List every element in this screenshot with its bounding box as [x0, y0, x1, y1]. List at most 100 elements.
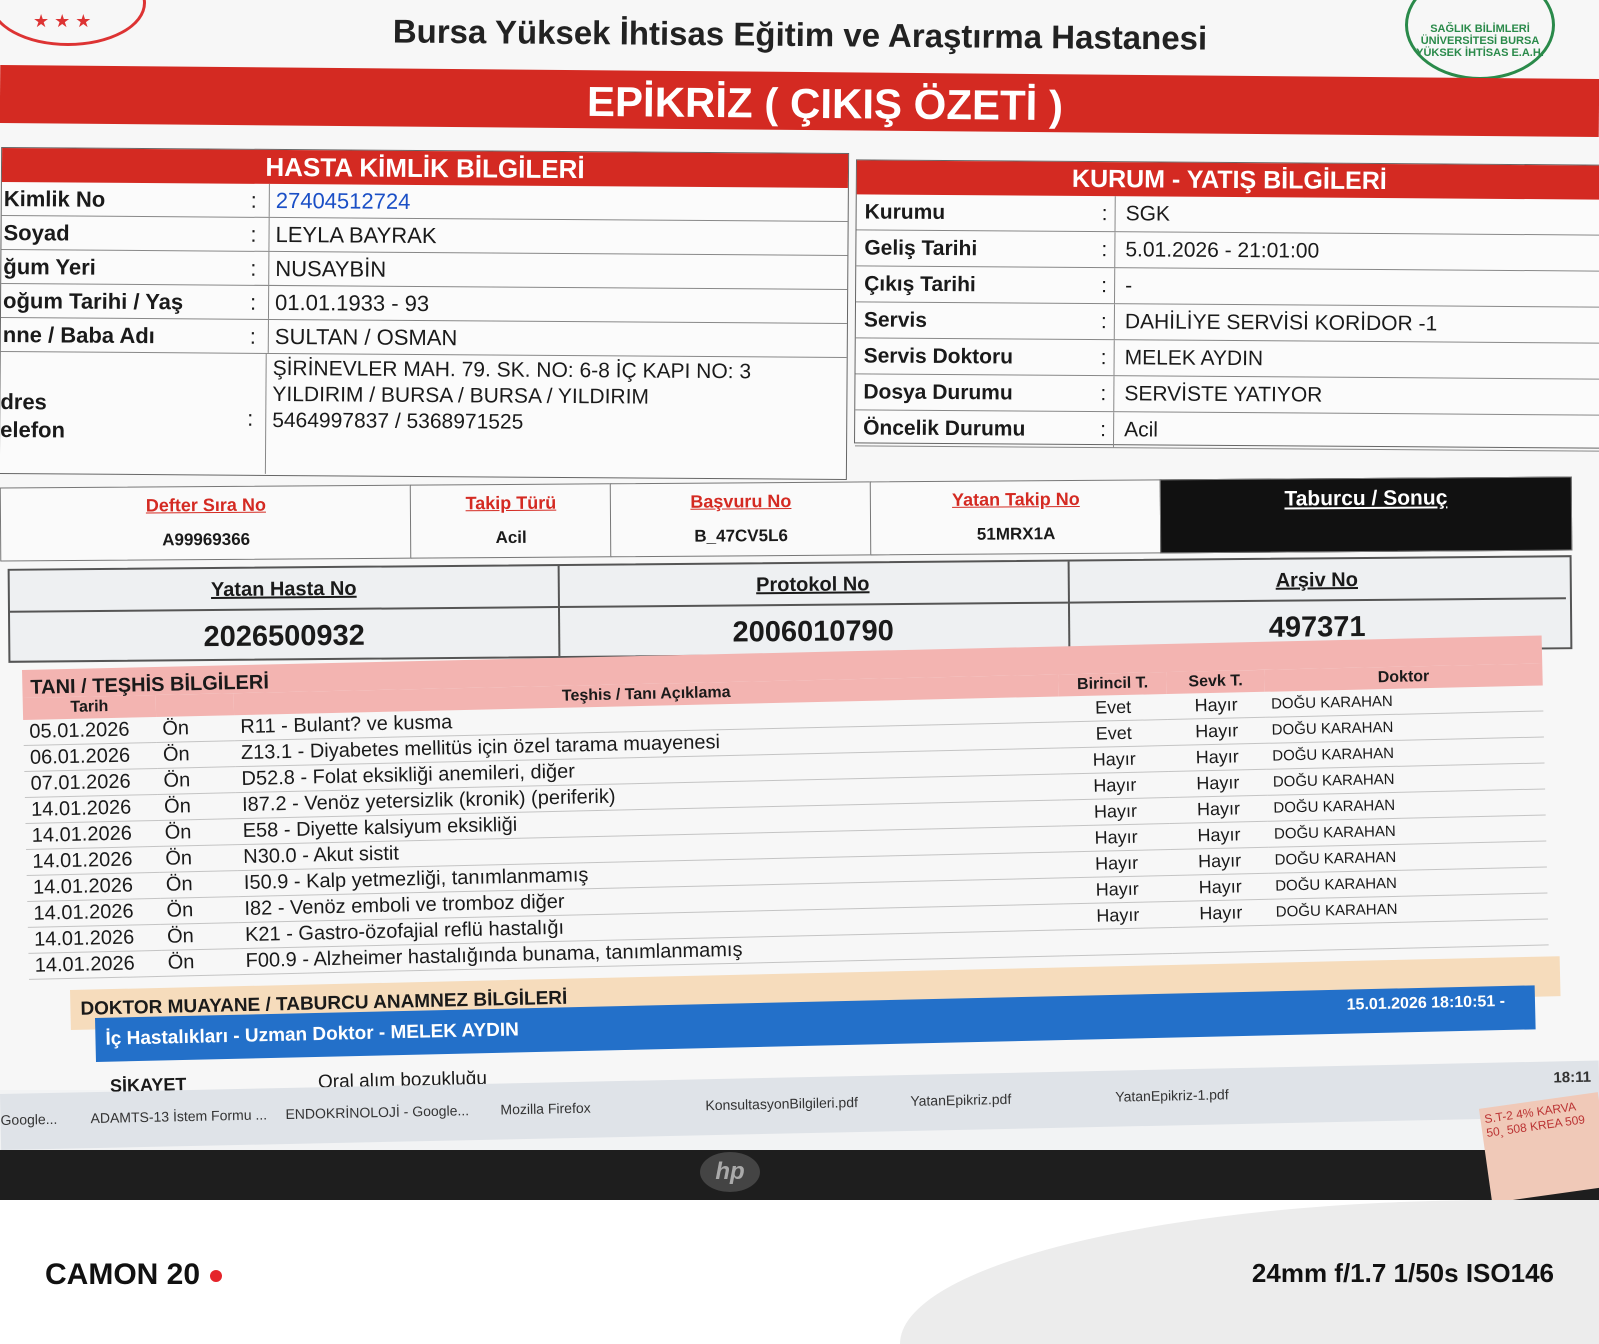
- field-label: Servis: [863, 307, 928, 332]
- field-label: Servis Doktoru: [863, 343, 1014, 368]
- diagnosis-primary: Hayır: [1062, 875, 1172, 904]
- examination-timestamp: 15.01.2026 18:10:51 -: [1346, 993, 1506, 1014]
- yatan-takip-value: 51MRX1A: [976, 524, 1056, 544]
- protokol-no-label: Protokol No: [557, 571, 1068, 609]
- diagnosis-primary: Hayır: [1061, 823, 1171, 852]
- camera-specs: 24mm f/1.7 1/50s ISO146: [1251, 1258, 1554, 1288]
- diagnosis-type: Ön: [160, 896, 239, 925]
- patient-identity-panel: HASTA KİMLİK BİLGİLERİ Kimlik No : 27404…: [0, 147, 850, 480]
- defter-sira-link[interactable]: Defter Sıra No: [1, 494, 411, 518]
- diagnosis-date: 07.01.2026: [24, 768, 158, 798]
- diagnosis-table: Tarih Teşhis / Tanı Açıklama Birincil T.…: [22, 663, 1549, 980]
- diagnosis-referral: Hayır: [1166, 691, 1266, 720]
- diagnosis-primary: Evet: [1058, 694, 1168, 722]
- document-title: EPİKRİZ ( ÇIKIŞ ÖZETİ ): [586, 77, 1064, 130]
- diagnosis-primary: Hayır: [1063, 901, 1173, 930]
- field-value: -: [1114, 268, 1599, 307]
- national-id-link[interactable]: 27404512724: [268, 183, 848, 221]
- yatan-hasta-no-value: 2026500932: [203, 619, 365, 654]
- diagnosis-type: Ön: [156, 740, 236, 769]
- institution-row: Kurumu: SGK: [856, 194, 1599, 236]
- diagnosis-referral: Hayır: [1170, 873, 1270, 902]
- diagnosis-type: Ön: [156, 715, 235, 743]
- diagnosis-referral: Hayır: [1168, 769, 1268, 798]
- sticky-note: S.T-2 4% KARVA 50¸ 508 KREA 509: [1478, 1092, 1599, 1200]
- field-label: Dosya Durumu: [863, 379, 1013, 404]
- diagnosis-type: Ön: [159, 844, 238, 873]
- defter-sira-value: A99969366: [162, 529, 251, 550]
- diagnosis-type: Ön: [159, 870, 239, 899]
- field-value: SERVİSTE YATIYOR: [1113, 376, 1599, 415]
- diagnosis-referral: Hayır: [1170, 847, 1269, 876]
- basvuru-no-value: B_47CV5L6: [694, 526, 788, 546]
- colon: :: [250, 221, 257, 247]
- diagnosis-section: TANI / TEŞHİS BİLGİLERİ Tarih Teşhis / T…: [22, 635, 1549, 1000]
- diagnosis-date: 14.01.2026: [26, 846, 160, 876]
- institution-admission-panel: KURUM - YATIŞ BİLGİLERİ Kurumu: SGK Geliş…: [854, 159, 1599, 452]
- field-value: SGK: [1114, 196, 1599, 235]
- col-primary: Birincil T.: [1058, 672, 1167, 697]
- diagnosis-date: 06.01.2026: [23, 742, 158, 772]
- field-value: NUSAYBİN: [268, 251, 848, 289]
- diagnosis-date: 05.01.2026: [23, 716, 157, 746]
- phone-label: elefon: [0, 417, 66, 443]
- protokol-no-cell: Protokol No 2006010790: [557, 561, 1071, 657]
- basvuru-no-link[interactable]: Başvuru No: [611, 490, 871, 513]
- diagnosis-type: Ön: [157, 792, 237, 821]
- colon: :: [1100, 345, 1107, 369]
- colon: :: [247, 405, 254, 431]
- taburcu-sonuc-link[interactable]: Taburcu / Sonuç: [1161, 486, 1571, 513]
- address-label: dres: [0, 389, 47, 415]
- colon: :: [1101, 201, 1108, 225]
- address-row: dres elefon : ŞİRİNEVLER MAH. 79. SK. NO…: [0, 352, 847, 478]
- diagnosis-referral: Hayır: [1167, 717, 1266, 746]
- defter-sira-cell: Defter Sıra No A99969366: [0, 484, 413, 562]
- diagnosis-primary: Hayır: [1061, 797, 1170, 826]
- diagnosis-primary: [1064, 927, 1173, 956]
- takip-turu-link[interactable]: Takip Türü: [411, 492, 611, 514]
- diagnosis-date: 14.01.2026: [25, 820, 160, 850]
- field-label: ğum Yeri: [3, 253, 96, 280]
- phone-numbers: 5464997837 / 5368971525: [272, 408, 524, 434]
- diagnosis-type: Ön: [160, 922, 240, 951]
- address-line-2: YILDIRIM / BURSA / BURSA / YILDIRIM: [272, 382, 650, 409]
- institution-row: Öncelik Durumu: Acil: [854, 410, 1599, 452]
- field-label: Öncelik Durumu: [863, 415, 1026, 441]
- diagnosis-section-title: TANI / TEŞHİS BİLGİLERİ: [30, 671, 270, 699]
- university-seal-logo: SAĞLIK BİLİMLERİ ÜNİVERSİTESİ BURSA YÜKS…: [1405, 0, 1555, 80]
- field-label: Soyad: [3, 219, 70, 246]
- field-value: 5.01.2026 - 21:01:00: [1114, 232, 1599, 271]
- field-label: Çıkış Tarihi: [864, 271, 976, 296]
- diagnosis-date: 14.01.2026: [27, 898, 161, 928]
- diagnosis-referral: Hayır: [1169, 795, 1268, 824]
- institution-row: Servis: DAHİLİYE SERVİSİ KORİDOR -1: [855, 302, 1599, 344]
- address-line-1: ŞİRİNEVLER MAH. 79. SK. NO: 6-8 İÇ KAPI …: [272, 356, 752, 384]
- diagnosis-primary: Evet: [1059, 719, 1169, 748]
- colon: :: [250, 255, 257, 281]
- taskbar-item-endokrinoloji[interactable]: ENDOKRİNOLOJİ - Google...: [285, 1102, 469, 1122]
- diagnosis-referral: [1172, 925, 1271, 954]
- diagnosis-date: 14.01.2026: [24, 794, 159, 824]
- taskbar-item-firefox[interactable]: Mozilla Firefox: [500, 1100, 591, 1118]
- monitor-screen: ★ ★ ★ SAĞLIK BİLİMLERİ ÜNİVERSİTESİ BURS…: [0, 0, 1599, 1200]
- diagnosis-type: Ön: [158, 818, 238, 847]
- colon: :: [249, 289, 257, 315]
- system-clock[interactable]: 18:11: [1553, 1069, 1591, 1087]
- taskbar-item-adamts[interactable]: ADAMTS-13 İstem Formu ...: [90, 1106, 267, 1126]
- institution-row: Servis Doktoru: MELEK AYDIN: [855, 338, 1599, 380]
- field-value: LEYLA BAYRAK: [268, 217, 848, 255]
- field-value: Acil: [1112, 412, 1599, 451]
- diagnosis-date: 14.01.2026: [27, 924, 162, 954]
- colon: :: [1101, 273, 1108, 297]
- colon: :: [1100, 309, 1107, 333]
- taskbar-item-yatanepikriz1-pdf[interactable]: YatanEpikriz-1.pdf: [1115, 1086, 1229, 1104]
- camera-watermark: CAMON 20 24mm f/1.7 1/50s ISO146: [0, 1200, 1599, 1344]
- yatan-takip-link[interactable]: Yatan Takip No: [871, 488, 1161, 511]
- takip-turu-value: Acil: [495, 527, 527, 548]
- taskbar-item-yatanepikriz-pdf[interactable]: YatanEpikriz.pdf: [910, 1091, 1011, 1109]
- epikriz-document: ★ ★ ★ SAĞLIK BİLİMLERİ ÜNİVERSİTESİ BURS…: [0, 0, 1599, 1096]
- taskbar-item-google[interactable]: Google...: [0, 1111, 57, 1128]
- hp-logo: hp: [700, 1152, 760, 1192]
- taskbar-item-konsultasyon-pdf[interactable]: KonsultasyonBilgileri.pdf: [705, 1094, 858, 1113]
- field-label: nne / Baba Adı: [2, 321, 155, 348]
